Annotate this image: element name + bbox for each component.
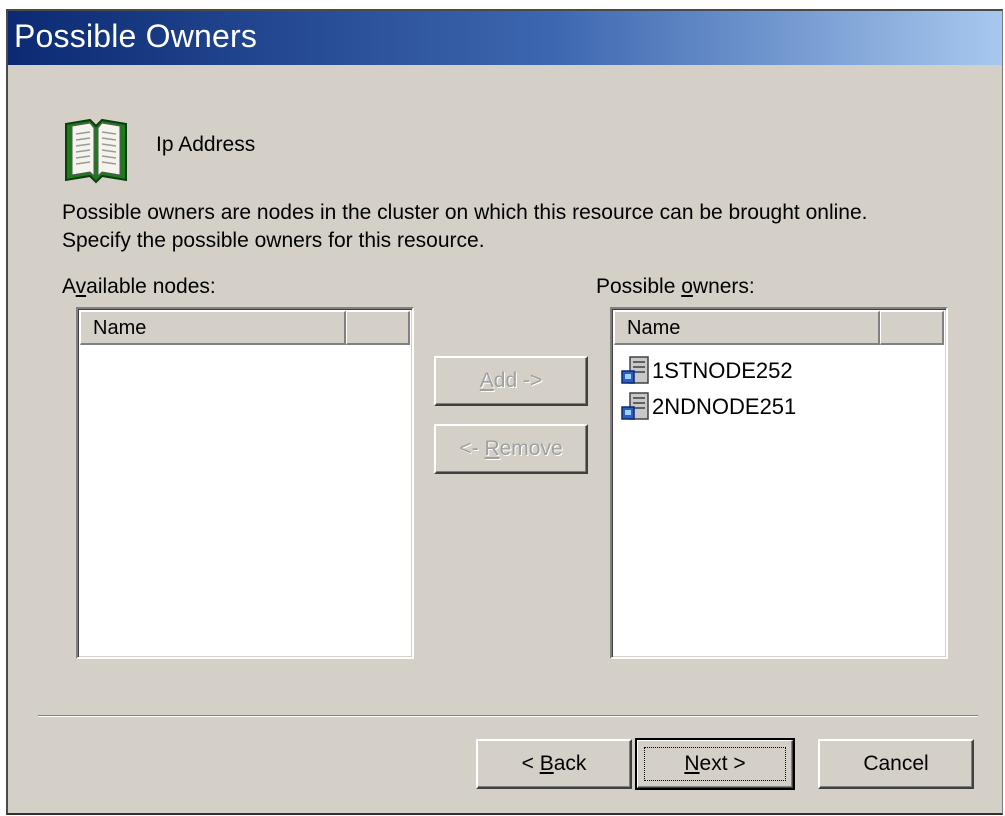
wizard-title: Possible Owners bbox=[14, 18, 258, 54]
column-header-name[interactable]: Name bbox=[80, 311, 346, 345]
back-button[interactable]: < Back bbox=[476, 739, 632, 789]
remove-button[interactable]: <- Remove bbox=[434, 424, 588, 474]
column-header-name[interactable]: Name bbox=[614, 311, 880, 345]
column-header-blank[interactable] bbox=[880, 311, 944, 345]
column-header-blank[interactable] bbox=[346, 311, 410, 345]
list-item[interactable]: 1STNODE252 bbox=[620, 353, 944, 389]
available-nodes-list[interactable]: Name bbox=[76, 307, 414, 659]
description-line-1: Possible owners are nodes in the cluster… bbox=[62, 201, 868, 224]
node-name: 2NDNODE251 bbox=[652, 394, 797, 419]
focus-rectangle bbox=[644, 747, 786, 781]
list-item[interactable]: 2NDNODE251 bbox=[620, 389, 944, 425]
available-nodes-label: Available nodes: bbox=[62, 275, 216, 298]
book-icon bbox=[65, 118, 127, 184]
cancel-button[interactable]: Cancel bbox=[818, 739, 974, 789]
possible-owners-label: Possible owners: bbox=[596, 275, 755, 298]
description-text: Possible owners are nodes in the cluster… bbox=[62, 199, 992, 255]
resource-name: Ip Address bbox=[156, 133, 256, 156]
available-nodes-header: Name bbox=[80, 311, 410, 345]
separator bbox=[38, 715, 978, 717]
description-line-2: Specify the possible owners for this res… bbox=[62, 229, 485, 252]
node-name: 1STNODE252 bbox=[652, 358, 793, 383]
title-bar: Possible Owners bbox=[8, 11, 1002, 65]
cluster-node-icon bbox=[621, 356, 649, 384]
cluster-node-icon bbox=[621, 392, 649, 420]
next-button[interactable]: Next > bbox=[635, 738, 795, 790]
possible-owners-list[interactable]: Name 1STNODE252 2NDNODE251 bbox=[610, 307, 948, 659]
add-button[interactable]: Add -> bbox=[434, 356, 588, 406]
owners-items: 1STNODE252 2NDNODE251 bbox=[620, 353, 944, 425]
wizard-window: Possible Owners Ip Address Possible owne… bbox=[6, 9, 1003, 815]
possible-owners-header: Name bbox=[614, 311, 944, 345]
